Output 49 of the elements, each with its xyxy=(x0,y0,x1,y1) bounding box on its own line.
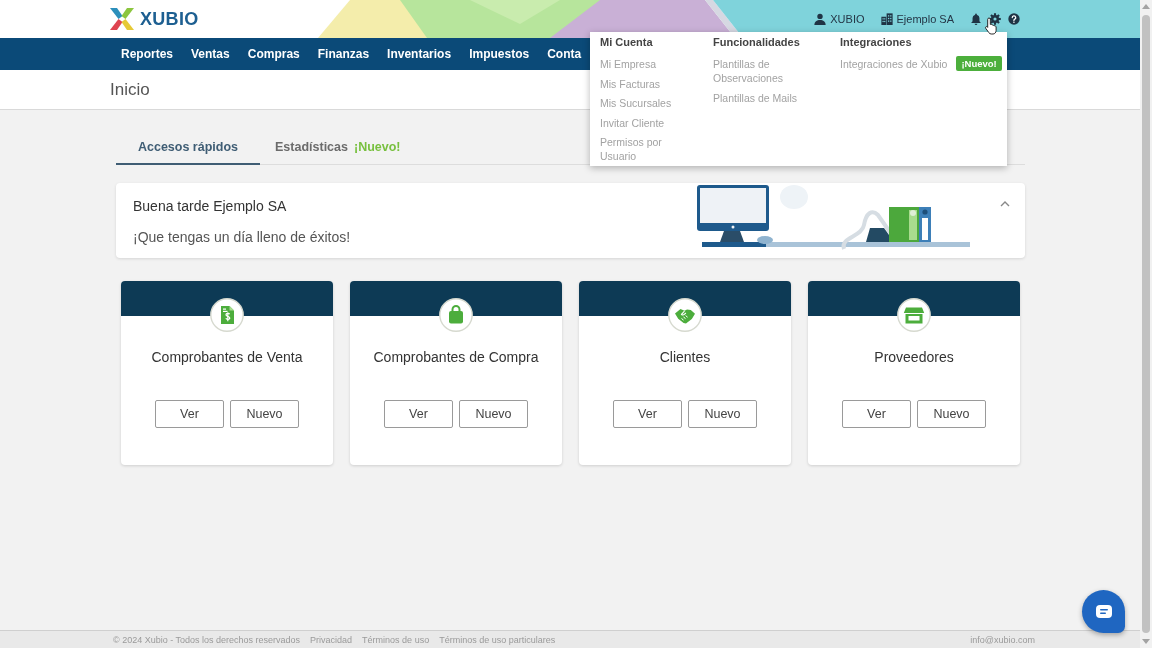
card-title: Comprobantes de Compra xyxy=(373,349,539,365)
user-menu-button[interactable]: XUBIO xyxy=(814,13,865,25)
company-menu-button[interactable]: Ejemplo SA xyxy=(880,13,954,25)
new-label: ¡Nuevo! xyxy=(353,139,401,154)
new-button[interactable]: Nuevo xyxy=(459,400,528,428)
tab[interactable]: Estadísticas ¡Nuevo! xyxy=(260,130,416,165)
scrollbar-thumb[interactable] xyxy=(1142,15,1150,633)
chat-icon xyxy=(1095,605,1112,618)
storefront-icon xyxy=(897,298,931,332)
copyright-text: © 2024 Xubio - Todos los derechos reservados xyxy=(113,634,301,645)
menu-heading: Mi Cuenta xyxy=(600,36,654,48)
dollar-document-icon xyxy=(210,298,244,332)
new-button[interactable]: Nuevo xyxy=(230,400,299,428)
nav-menu-item[interactable]: Conta xyxy=(547,47,582,61)
card-title: Proveedores xyxy=(874,349,954,365)
user-icon xyxy=(814,13,827,25)
tab[interactable]: Accesos rápidos xyxy=(116,130,260,165)
card-title: Comprobantes de Venta xyxy=(151,349,303,365)
nav-menu-item[interactable]: Impuestos xyxy=(469,47,530,61)
logo-text: XUBIO xyxy=(140,8,199,30)
view-button[interactable]: Ver xyxy=(155,400,224,428)
shopping-bag-icon xyxy=(439,298,473,332)
building-icon xyxy=(880,13,893,25)
nav-menu-item[interactable]: Ventas xyxy=(191,47,230,61)
scroll-up-icon[interactable] xyxy=(1142,4,1150,9)
page-title: Inicio xyxy=(110,79,150,100)
logo-icon xyxy=(110,8,134,30)
bell-icon[interactable] xyxy=(970,13,982,25)
card-title: Clientes xyxy=(659,349,711,365)
scroll-down-icon[interactable] xyxy=(1142,639,1150,644)
view-button[interactable]: Ver xyxy=(842,400,911,428)
greeting-title: Buena tarde Ejemplo SA xyxy=(133,198,288,214)
view-button[interactable]: Ver xyxy=(384,400,453,428)
help-icon[interactable] xyxy=(1008,13,1020,25)
scrollbar[interactable] xyxy=(1140,0,1152,648)
new-badge: ¡Nuevo! xyxy=(956,56,1002,71)
greeting-message: ¡Que tengas un día lleno de éxitos! xyxy=(133,229,352,245)
menu-heading: Funcionalidades xyxy=(713,36,801,48)
handshake-icon xyxy=(668,298,702,332)
view-button[interactable]: Ver xyxy=(613,400,682,428)
new-button[interactable]: Nuevo xyxy=(917,400,986,428)
nav-menu-item[interactable]: Compras xyxy=(247,47,300,61)
nav-menu-item[interactable]: Finanzas xyxy=(317,47,370,61)
chat-button[interactable] xyxy=(1082,590,1125,633)
caret-up-icon[interactable] xyxy=(1000,201,1010,207)
nav-menu-item[interactable]: Reportes xyxy=(121,47,173,61)
menu-heading: Integraciones xyxy=(840,36,913,48)
nav-menu-item[interactable]: Inventarios xyxy=(387,47,452,61)
new-button[interactable]: Nuevo xyxy=(688,400,757,428)
